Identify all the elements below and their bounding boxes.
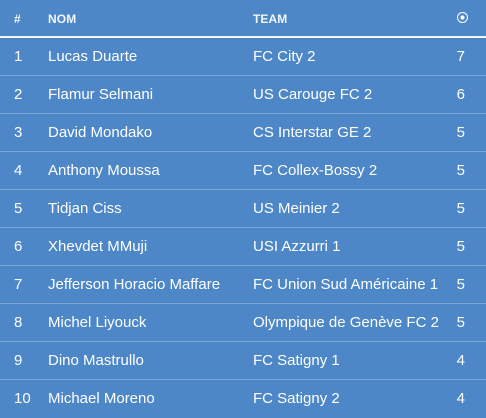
goals-cell: 5 [456,238,465,255]
rank-cell: 3 [14,124,23,141]
player-name-cell: Michel Liyouck [48,314,147,331]
table-row: 8 Michel Liyouck Olympique de Genève FC … [0,304,486,342]
player-name-cell: David Mondako [48,124,153,141]
table-row: 4 Anthony Moussa FC Collex-Bossy 2 5 [0,152,486,190]
rank-cell: 8 [14,314,23,331]
table-row: 1 Lucas Duarte FC City 2 7 [0,38,486,76]
rank-column-header: # [14,12,21,26]
soccer-ball-icon [457,12,468,23]
team-name-cell: FC Union Sud Américaine 1 [253,276,439,293]
table-row: 10 Michael Moreno FC Satigny 2 4 [0,380,486,418]
goals-cell: 7 [456,48,465,65]
team-column-header: TEAM [253,12,288,26]
goals-cell: 5 [456,162,465,179]
goals-cell: 5 [456,200,465,217]
rank-cell: 6 [14,238,23,255]
team-name-cell: FC Collex-Bossy 2 [253,162,378,179]
rank-cell: 7 [14,276,23,293]
rank-cell: 5 [14,200,23,217]
player-name-cell: Michael Moreno [48,390,155,407]
goals-cell: 4 [456,352,465,369]
player-name-cell: Tidjan Ciss [48,200,122,217]
goals-cell: 4 [456,390,465,407]
table-row: 6 Xhevdet MMuji USI Azzurri 1 5 [0,228,486,266]
goals-cell: 5 [456,276,465,293]
team-name-cell: CS Interstar GE 2 [253,124,372,141]
player-name-cell: Lucas Duarte [48,48,138,65]
rank-cell: 10 [14,390,31,407]
team-name-cell: FC City 2 [253,48,316,65]
goals-cell: 6 [456,86,465,103]
team-name-cell: FC Satigny 1 [253,352,340,369]
table-row: 2 Flamur Selmani US Carouge FC 2 6 [0,76,486,114]
scorers-table: # NOM TEAM 1 Lucas Duarte FC City 2 7 2 … [0,0,486,418]
name-column-header: NOM [48,12,77,26]
rank-cell: 2 [14,86,23,103]
player-name-cell: Flamur Selmani [48,86,154,103]
player-name-cell: Xhevdet MMuji [48,238,148,255]
team-name-cell: Olympique de Genève FC 2 [253,314,439,331]
goals-cell: 5 [456,124,465,141]
table-row: 5 Tidjan Ciss US Meinier 2 5 [0,190,486,228]
scorers-list: 1 Lucas Duarte FC City 2 7 2 Flamur Selm… [0,38,486,418]
player-name-cell: Dino Mastrullo [48,352,144,369]
team-name-cell: US Meinier 2 [253,200,340,217]
table-row: 3 David Mondako CS Interstar GE 2 5 [0,114,486,152]
table-header: # NOM TEAM [0,0,486,38]
rank-cell: 1 [14,48,23,65]
team-name-cell: FC Satigny 2 [253,390,340,407]
table-row: 7 Jefferson Horacio Maffare FC Union Sud… [0,266,486,304]
team-name-cell: US Carouge FC 2 [253,86,373,103]
rank-cell: 9 [14,352,23,369]
team-name-cell: USI Azzurri 1 [253,238,341,255]
player-name-cell: Anthony Moussa [48,162,160,179]
rank-cell: 4 [14,162,23,179]
goals-cell: 5 [456,314,465,331]
table-row: 9 Dino Mastrullo FC Satigny 1 4 [0,342,486,380]
player-name-cell: Jefferson Horacio Maffare [48,276,221,293]
